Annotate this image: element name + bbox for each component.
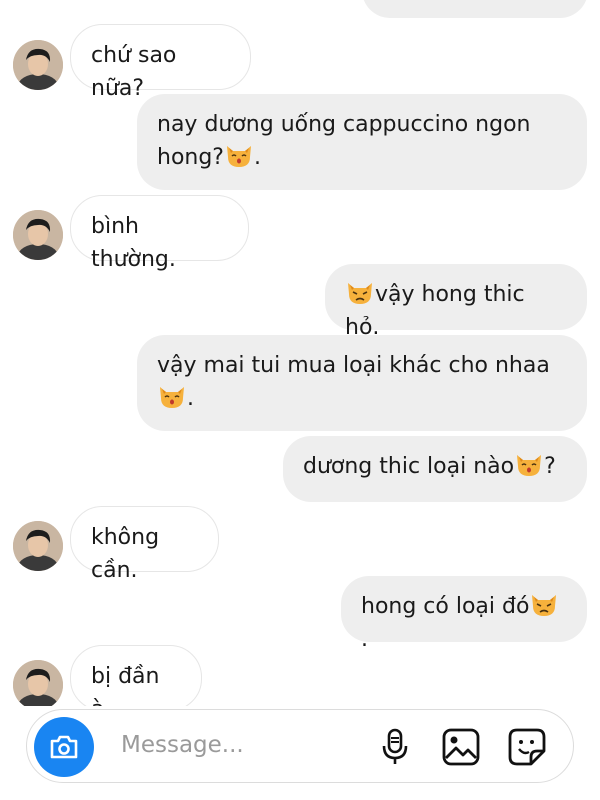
message-text: hong có loại đó xyxy=(361,594,530,619)
microphone-icon xyxy=(382,728,408,764)
message-bubble-outgoing[interactable]: vậy mai tui mua loại khác cho nhaa . xyxy=(137,335,587,431)
avatar[interactable] xyxy=(13,40,63,90)
kissing-cat-icon xyxy=(224,143,254,169)
gallery-icon xyxy=(442,728,480,766)
sticker-button[interactable] xyxy=(507,727,547,767)
pouting-cat-icon xyxy=(529,592,559,618)
message-bubble-outgoing[interactable]: dương thic loại nào? xyxy=(283,436,587,502)
message-composer: Message... xyxy=(26,709,574,783)
message-text: hong? xyxy=(157,145,224,170)
avatar[interactable] xyxy=(13,210,63,260)
camera-button[interactable] xyxy=(34,717,94,777)
kissing-cat-icon xyxy=(157,384,187,410)
message-bubble-incoming[interactable]: chứ sao nữa? xyxy=(70,24,251,101)
message-bubble-incoming[interactable]: bị đần à. xyxy=(70,645,202,706)
microphone-button[interactable] xyxy=(375,727,415,767)
message-bubble-incoming[interactable]: bình thường. xyxy=(70,195,249,272)
message-bubble-outgoing[interactable]: vậy hong thic hỏ. xyxy=(325,264,587,340)
message-input[interactable]: Message... xyxy=(121,732,244,758)
kissing-cat-icon xyxy=(514,452,544,478)
message-text: bị đần à. xyxy=(91,664,160,706)
avatar[interactable] xyxy=(13,660,63,706)
message-text: bình thường. xyxy=(91,214,176,272)
message-bubble-outgoing[interactable]: hong có loại đó. xyxy=(341,576,587,652)
message-text: dương thic loại nào xyxy=(303,454,515,479)
avatar[interactable] xyxy=(13,521,63,571)
pouting-cat-icon xyxy=(345,280,375,306)
message-text: nay dương uống cappuccino ngon xyxy=(157,112,531,137)
gallery-button[interactable] xyxy=(441,727,481,767)
chat-thread: chứ sao nữa? nay dương uống cappuccino n… xyxy=(0,0,600,706)
message-text: không cần. xyxy=(91,525,160,583)
camera-icon xyxy=(50,735,78,759)
message-bubble-outgoing[interactable]: nay dương uống cappuccino ngon hong?. xyxy=(137,94,587,190)
message-bubble-outgoing[interactable] xyxy=(362,0,588,18)
message-text: chứ sao nữa? xyxy=(91,43,177,101)
sticker-icon xyxy=(508,728,546,766)
message-text: vậy mai tui mua loại khác cho nhaa xyxy=(157,353,550,378)
message-bubble-incoming[interactable]: không cần. xyxy=(70,506,219,583)
